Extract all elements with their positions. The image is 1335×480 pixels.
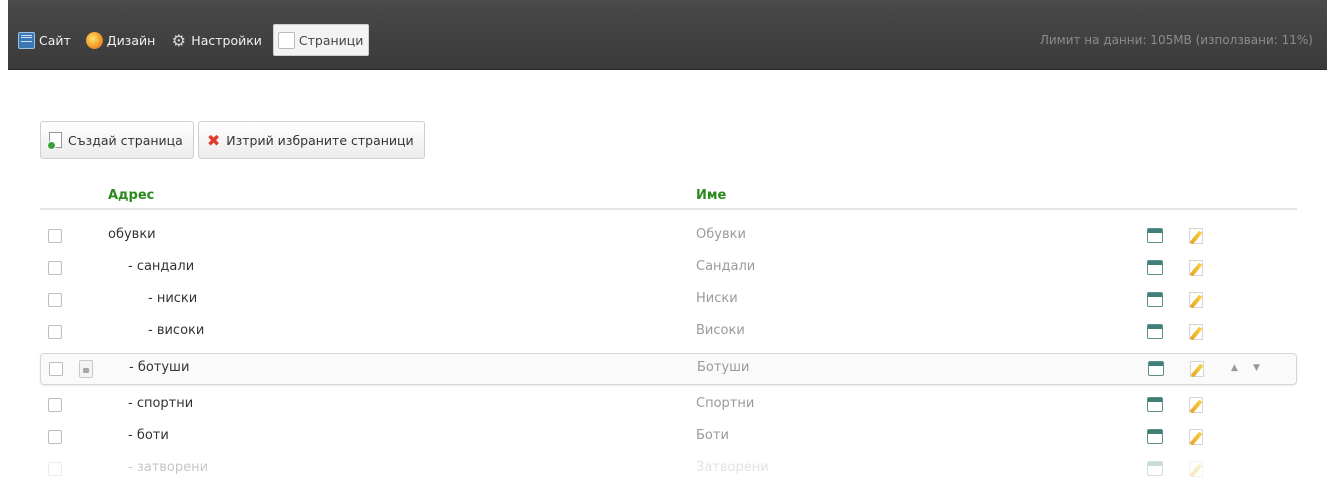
- delete-x-icon: ✖: [206, 130, 221, 150]
- view-page-icon[interactable]: [1147, 461, 1163, 476]
- row-name: Затворени: [696, 460, 769, 475]
- row-address[interactable]: обувки: [108, 227, 156, 242]
- row-checkbox[interactable]: [48, 229, 62, 243]
- nav-settings-button[interactable]: ⚙ Настройки: [166, 24, 267, 56]
- table-header: Адрес Име: [40, 186, 1297, 210]
- top-navigation-bar: Сайт Дизайн ⚙ Настройки Страници Лимит н…: [8, 0, 1327, 70]
- edit-pencil-icon[interactable]: [1189, 429, 1203, 445]
- edit-pencil-icon[interactable]: [1190, 361, 1204, 377]
- row-address[interactable]: - спортни: [128, 396, 193, 411]
- row-address[interactable]: - сандали: [128, 259, 194, 274]
- delete-selected-pages-button[interactable]: ✖ Изтрий избраните страници: [197, 121, 425, 159]
- table-row[interactable]: - спортни Спортни: [40, 390, 1297, 422]
- row-checkbox[interactable]: [48, 261, 62, 275]
- row-address[interactable]: - ботуши: [129, 360, 189, 375]
- edit-pencil-icon[interactable]: [1189, 324, 1203, 340]
- row-checkbox[interactable]: [48, 430, 62, 444]
- edit-pencil-icon[interactable]: [1189, 260, 1203, 276]
- pages-icon: [277, 31, 295, 49]
- edit-pencil-icon[interactable]: [1189, 461, 1203, 477]
- site-icon: [18, 31, 35, 49]
- nav-settings-label: Настройки: [191, 32, 262, 48]
- row-address[interactable]: - високи: [148, 323, 204, 338]
- edit-pencil-icon[interactable]: [1189, 292, 1203, 308]
- new-page-icon: [47, 132, 62, 150]
- row-checkbox[interactable]: [48, 398, 62, 412]
- row-checkbox[interactable]: [48, 462, 62, 476]
- row-name: Ботуши: [697, 360, 750, 375]
- lock-icon[interactable]: [79, 360, 93, 378]
- column-header-address: Адрес: [108, 188, 155, 203]
- move-up-icon[interactable]: ▲: [1231, 363, 1238, 373]
- row-name: Спортни: [696, 396, 755, 411]
- row-checkbox[interactable]: [48, 293, 62, 307]
- view-page-icon[interactable]: [1147, 228, 1163, 243]
- column-header-name: Име: [696, 188, 727, 203]
- table-row-hovered[interactable]: - ботуши Ботуши ▲ ▼: [40, 353, 1297, 385]
- edit-pencil-icon[interactable]: [1189, 397, 1203, 413]
- row-name: Високи: [696, 323, 745, 338]
- row-name: Ниски: [696, 291, 738, 306]
- row-name: Сандали: [696, 259, 756, 274]
- edit-pencil-icon[interactable]: [1189, 228, 1203, 244]
- table-row[interactable]: - сандали Сандали: [40, 253, 1297, 285]
- row-checkbox[interactable]: [48, 325, 62, 339]
- create-page-label: Създай страница: [68, 132, 183, 148]
- table-row[interactable]: - затворени Затворени: [40, 454, 1297, 480]
- pages-toolbar: Създай страница ✖ Изтрий избраните стран…: [40, 121, 425, 159]
- row-checkbox[interactable]: [49, 362, 63, 376]
- row-address[interactable]: - боти: [128, 428, 169, 443]
- nav-pages-button[interactable]: Страници: [272, 24, 370, 56]
- view-page-icon[interactable]: [1147, 324, 1163, 339]
- nav-site-label: Сайт: [39, 32, 71, 48]
- gear-icon: ⚙: [171, 30, 186, 50]
- view-page-icon[interactable]: [1147, 260, 1163, 275]
- nav-site-button[interactable]: Сайт: [14, 24, 76, 56]
- view-page-icon[interactable]: [1147, 397, 1163, 412]
- row-address[interactable]: - затворени: [128, 460, 208, 475]
- table-row[interactable]: - високи Високи: [40, 317, 1297, 349]
- nav-design-label: Дизайн: [106, 32, 156, 48]
- view-page-icon[interactable]: [1147, 292, 1163, 307]
- table-row[interactable]: - ниски Ниски: [40, 285, 1297, 317]
- design-palette-icon: [85, 31, 103, 49]
- nav-pages-label: Страници: [298, 32, 364, 48]
- main-nav: Сайт Дизайн ⚙ Настройки Страници: [14, 24, 370, 56]
- table-row[interactable]: обувки Обувки: [40, 221, 1297, 253]
- row-name: Обувки: [696, 227, 746, 242]
- row-address[interactable]: - ниски: [148, 291, 197, 306]
- delete-selected-label: Изтрий избраните страници: [226, 132, 414, 148]
- create-page-button[interactable]: Създай страница: [40, 121, 194, 159]
- row-name: Боти: [696, 428, 729, 443]
- data-limit-text: Лимит на данни: 105MB (използвани: 11%): [1039, 33, 1313, 47]
- view-page-icon[interactable]: [1147, 429, 1163, 444]
- table-row[interactable]: - боти Боти: [40, 422, 1297, 454]
- nav-design-button[interactable]: Дизайн: [82, 24, 161, 56]
- view-page-icon[interactable]: [1148, 361, 1164, 376]
- move-down-icon[interactable]: ▼: [1253, 363, 1260, 373]
